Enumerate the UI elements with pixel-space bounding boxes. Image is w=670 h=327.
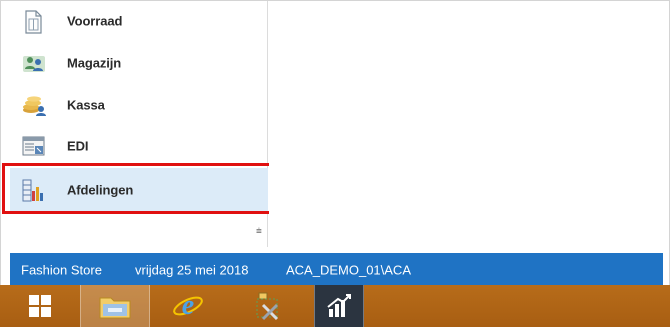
nav-item-label: Voorraad [67,13,123,29]
form-table-icon [22,135,45,157]
status-bar: Fashion Store vrijdag 25 mei 2018 ACA_DE… [10,253,663,286]
people-icon [22,52,45,74]
nav-item-kassa[interactable]: Kassa [10,85,268,125]
nav-item-voorraad[interactable]: Voorraad [10,1,268,41]
windows-taskbar: e [0,285,670,327]
nav-item-edi[interactable]: EDI [10,126,268,166]
highlight-annotation [2,163,272,214]
svg-text:e: e [182,290,194,321]
nav-item-magazijn[interactable]: Magazijn [10,43,268,83]
status-date: vrijdag 25 mei 2018 [135,262,249,277]
nav-item-label: Magazijn [67,55,122,71]
content-area [269,1,662,247]
status-user: ACA_DEMO_01\ACA [286,262,411,277]
internet-explorer-button[interactable]: e [162,285,214,327]
app-window: Voorraad Magazijn Kassa EDI Afdelingen ⩧… [0,0,670,327]
fashion-store-app-button[interactable] [314,285,364,327]
document-icon [22,10,44,34]
start-button[interactable] [14,285,66,327]
tools-app-button[interactable] [240,285,292,327]
more-options-icon[interactable]: ⩧ [256,227,262,237]
file-explorer-icon [99,297,131,319]
coins-icon [22,94,46,116]
nav-item-label: Kassa [67,97,105,113]
windows-start-icon [29,295,51,317]
tools-app-icon [256,292,279,321]
internet-explorer-icon: e [173,290,203,321]
fashion-store-app-icon [327,294,351,317]
nav-item-label: EDI [67,138,89,154]
status-app-name: Fashion Store [21,262,102,277]
file-explorer-button[interactable] [80,285,150,327]
